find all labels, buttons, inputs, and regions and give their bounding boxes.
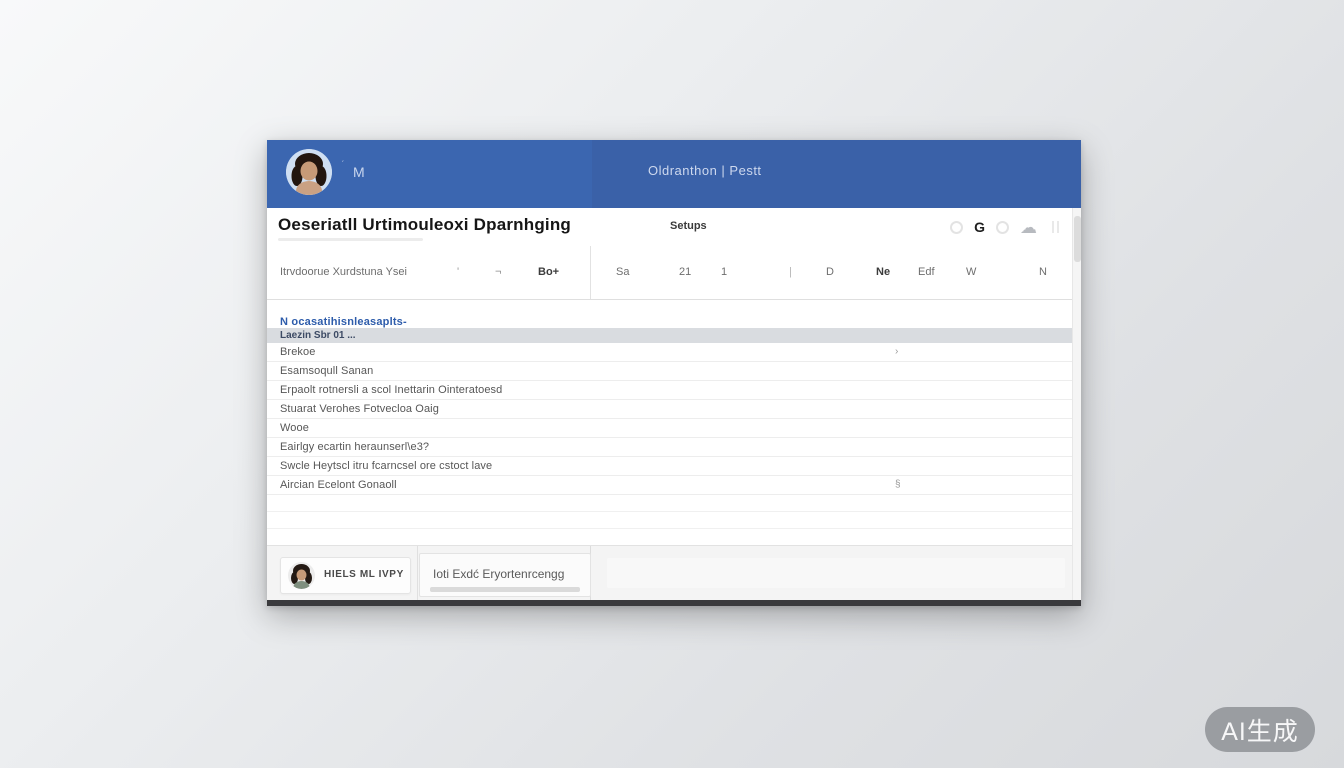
header-title: M (353, 164, 366, 180)
page-heading-row: Oeseriatll Urtimouleoxi Dparnhging Setup… (267, 208, 1081, 246)
footer-user-chip[interactable]: HIELS ML IVPY (280, 557, 411, 594)
toolbar-item[interactable]: Sa (616, 266, 629, 278)
toolbar-tick: ' (457, 266, 459, 278)
scrollbar-thumb[interactable] (1074, 216, 1081, 262)
footer-input-value: Ioti Exdć Eryortenrcengg (433, 567, 564, 581)
row-end-icon[interactable]: › (895, 346, 898, 357)
selected-row-label: Laezin Sbr 01 ... (280, 330, 356, 341)
heading-icon-row: G ☁ (950, 217, 1059, 237)
empty-row (267, 512, 1081, 529)
toolbar-bold-item[interactable]: Bo+ (538, 266, 559, 278)
toolbar-corner-glyph: ¬ (495, 266, 501, 278)
toolbar-divider (590, 246, 591, 299)
list-item[interactable]: Eairlgy ecartin heraunserl\e3? (267, 438, 1081, 457)
app-window: ˊ M Oldranthon | Pestt Oeseriatll Urtimo… (267, 140, 1081, 606)
avatar-image (286, 149, 332, 195)
list-item-label: Stuarat Verohes Fotvecloa Oaig (280, 403, 439, 415)
circle-icon[interactable] (996, 221, 1009, 234)
toolbar-row: Itrvdoorue Xurdstuna Ysei ' ¬ Bo+ Sa 21 … (267, 246, 1081, 300)
list-item-label: Wooe (280, 422, 309, 434)
list-rows: Brekoe › Esamsoqull Sanan Erpaolt rotner… (267, 343, 1081, 529)
footer-input[interactable]: Ioti Exdć Eryortenrcengg (419, 553, 591, 597)
ai-watermark-badge: AI生成 (1205, 707, 1315, 752)
toolbar-item[interactable]: Ne (876, 266, 890, 278)
footer-bar: HIELS ML IVPY Ioti Exdć Eryortenrcengg (267, 545, 1081, 600)
list-item[interactable]: Erpaolt rotnersli a scol Inettarin Ointe… (267, 381, 1081, 400)
footer-empty-band (607, 558, 1065, 588)
toolbar-item[interactable]: D (826, 266, 834, 278)
subnav-setups-label[interactable]: Setups (670, 220, 707, 232)
empty-row (267, 495, 1081, 512)
list-item[interactable]: Aircian Ecelont Gonaoll § (267, 476, 1081, 495)
list-item-label: Esamsoqull Sanan (280, 365, 373, 377)
list-item[interactable]: Wooe (267, 419, 1081, 438)
toolbar-item[interactable]: N (1039, 266, 1047, 278)
toolbar-left-label[interactable]: Itrvdoorue Xurdstuna Ysei (280, 266, 407, 278)
window-base-strip (267, 600, 1081, 606)
list-item-label: Erpaolt rotnersli a scol Inettarin Ointe… (280, 384, 502, 396)
toolbar-item: | (789, 266, 792, 278)
toolbar-item[interactable]: 1 (721, 266, 727, 278)
google-icon[interactable]: G (974, 220, 985, 234)
header-right-label: Oldranthon | Pestt (648, 163, 762, 178)
list-item[interactable]: Swcle Heytscl itru fcarncsel ore cstoct … (267, 457, 1081, 476)
toolbar-item[interactable]: 21 (679, 266, 691, 278)
footer-divider (417, 546, 418, 600)
list-link-row[interactable]: N ocasatihisnleasaplts- (280, 316, 407, 328)
list-item-label: Aircian Ecelont Gonaoll (280, 479, 397, 491)
list-item[interactable]: Brekoe › (267, 343, 1081, 362)
app-header: ˊ M Oldranthon | Pestt (267, 140, 1081, 208)
content-list: N ocasatihisnleasaplts- Laezin Sbr 01 ..… (267, 300, 1081, 545)
list-item-label: Brekoe (280, 346, 315, 358)
footer-input-scrollbar[interactable] (430, 587, 580, 592)
header-avatar[interactable] (286, 149, 332, 195)
list-item[interactable]: Stuarat Verohes Fotvecloa Oaig (267, 400, 1081, 419)
header-tick-mark: ˊ (341, 160, 344, 171)
footer-user-name: HIELS ML IVPY (324, 569, 404, 580)
list-item-label: Eairlgy ecartin heraunserl\e3? (280, 441, 429, 453)
row-end-icon[interactable]: § (895, 479, 901, 490)
vertical-scrollbar[interactable] (1072, 208, 1081, 600)
footer-avatar (288, 562, 315, 589)
page-title: Oeseriatll Urtimouleoxi Dparnhging (278, 215, 571, 235)
divider-bars-icon (1052, 221, 1059, 233)
toolbar-item[interactable]: W (966, 266, 976, 278)
desktop-background: { "window": { "header": { "tick": "ˊ", "… (0, 0, 1344, 768)
avatar-image (288, 562, 315, 589)
toolbar-item[interactable]: Edf (918, 266, 935, 278)
list-item-label: Swcle Heytscl itru fcarncsel ore cstoct … (280, 460, 492, 472)
circle-icon[interactable] (950, 221, 963, 234)
heading-underline (278, 238, 423, 241)
list-item[interactable]: Esamsoqull Sanan (267, 362, 1081, 381)
cloud-icon[interactable]: ☁ (1020, 219, 1037, 236)
list-selected-row[interactable]: Laezin Sbr 01 ... (267, 328, 1081, 343)
